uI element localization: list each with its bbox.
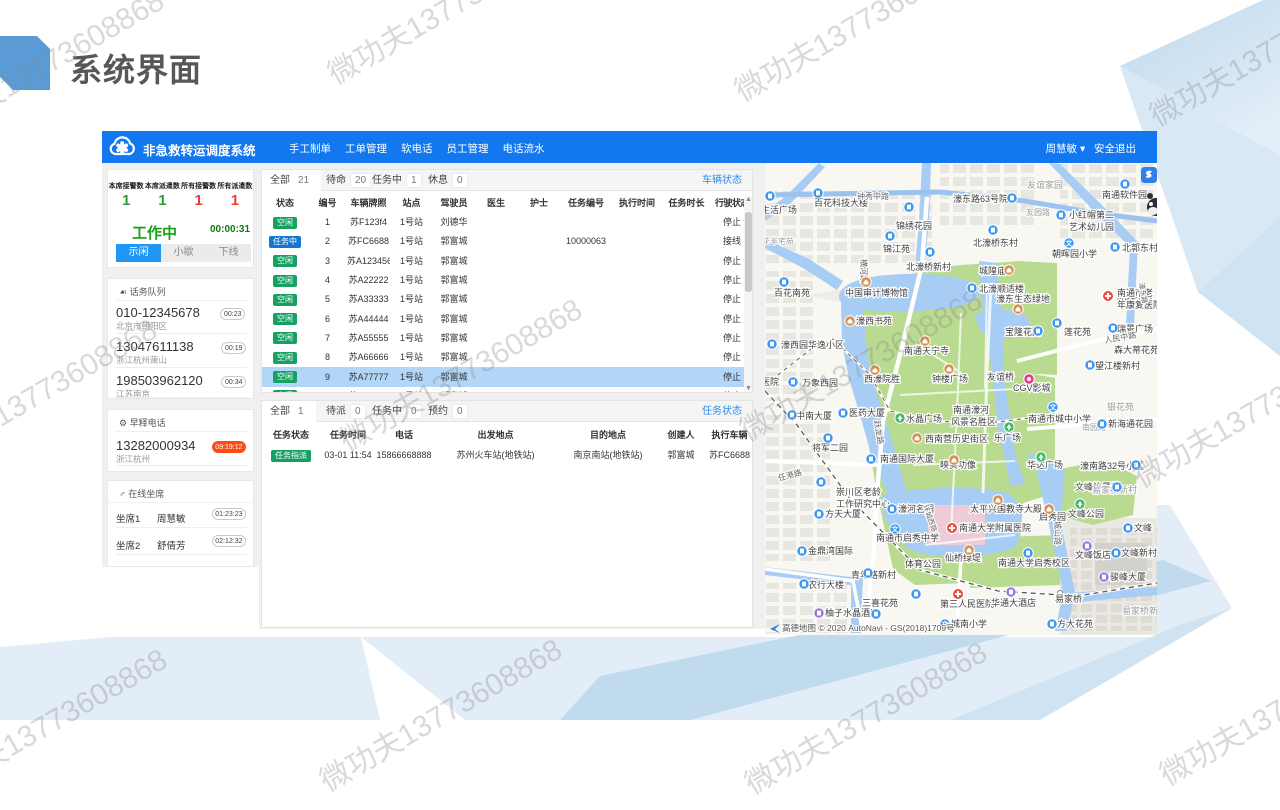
svg-text:友谊家园: 友谊家园 <box>1027 179 1063 190</box>
svg-text:花半宅苑: 花半宅苑 <box>765 236 794 246</box>
svg-text:濠东路63号院: 濠东路63号院 <box>953 193 1008 204</box>
svg-text:北濠顺适楼: 北濠顺适楼 <box>979 283 1024 294</box>
svg-text:新海通花园: 新海通花园 <box>1108 418 1153 429</box>
svg-text:青年路新村: 青年路新村 <box>851 569 896 580</box>
svg-text:第三人民医院: 第三人民医院 <box>940 598 994 609</box>
svg-text:南通市老: 南通市老 <box>1117 287 1153 298</box>
svg-text:友园路: 友园路 <box>1026 207 1050 217</box>
svg-text:风景名胜区: 风景名胜区 <box>951 416 996 427</box>
svg-text:城山路: 城山路 <box>1053 521 1063 545</box>
svg-text:南通大学启秀校区: 南通大学启秀校区 <box>998 557 1070 568</box>
svg-text:万象西园: 万象西园 <box>802 377 838 388</box>
svg-text:北濠桥东村: 北濠桥东村 <box>973 237 1018 248</box>
svg-text:莲花苑: 莲花苑 <box>1064 326 1091 337</box>
svg-text:三喜花苑: 三喜花苑 <box>862 597 898 608</box>
svg-text:文峰: 文峰 <box>1134 522 1152 533</box>
svg-text:森大蒂花苑南区: 森大蒂花苑南区 <box>1114 344 1157 355</box>
svg-text:将军二园: 将军二园 <box>812 443 848 453</box>
svg-text:乐广场: 乐广场 <box>994 432 1021 443</box>
svg-text:南通国际大厦: 南通国际大厦 <box>880 453 934 464</box>
svg-text:CGV影城: CGV影城 <box>1013 383 1051 393</box>
svg-text:文峰新村: 文峰新村 <box>1121 547 1157 558</box>
svg-text:方天大厦: 方天大厦 <box>825 508 861 519</box>
svg-text:高德地图 © 2020 AutoNavi - GS(2018: 高德地图 © 2020 AutoNavi - GS(2018)1709号 <box>782 623 955 633</box>
svg-text:城隍庙: 城隍庙 <box>979 265 1006 276</box>
svg-text:小红帽第二: 小红帽第二 <box>1069 209 1114 220</box>
svg-text:华通大酒店: 华通大酒店 <box>991 597 1036 608</box>
svg-text:水晶广场: 水晶广场 <box>906 413 942 424</box>
svg-text:友谊桥: 友谊桥 <box>987 371 1014 382</box>
svg-text:体育公园: 体育公园 <box>905 558 941 569</box>
svg-text:医药大厦: 医药大厦 <box>849 407 885 418</box>
svg-text:北郭东村北: 北郭东村北 <box>1122 242 1157 253</box>
svg-text:西濠院胜: 西濠院胜 <box>864 373 900 384</box>
svg-text:濠西园华逸小区: 濠西园华逸小区 <box>781 339 844 350</box>
svg-text:年康复医院: 年康复医院 <box>1117 299 1157 310</box>
svg-text:生活广场: 生活广场 <box>765 204 797 215</box>
svg-text:文峰公园: 文峰公园 <box>1068 508 1104 519</box>
svg-text:北濠桥新村: 北濠桥新村 <box>906 261 951 272</box>
svg-text:百花南苑: 百花南苑 <box>774 287 810 298</box>
svg-text:西南营历史街区: 西南营历史街区 <box>925 433 988 444</box>
svg-text:锦绣花园: 锦绣花园 <box>896 220 932 231</box>
svg-text:朝晖园小学: 朝晖园小学 <box>1052 248 1097 259</box>
svg-text:城南小学: 城南小学 <box>951 618 987 629</box>
svg-text:骏峰大厦: 骏峰大厦 <box>1110 571 1146 582</box>
svg-text:濠东生态绿地: 濠东生态绿地 <box>996 293 1050 304</box>
svg-text:医院: 医院 <box>765 376 779 387</box>
svg-text:仙桥绿堤: 仙桥绿堤 <box>945 552 981 563</box>
svg-text:濠西书苑: 濠西书苑 <box>856 315 892 326</box>
svg-text:锦江苑: 锦江苑 <box>883 243 910 254</box>
svg-text:钟秀中路: 钟秀中路 <box>857 191 889 201</box>
svg-text:南通天宁寺: 南通天宁寺 <box>904 345 949 356</box>
svg-text:南通大学附属医院: 南通大学附属医院 <box>959 522 1031 533</box>
svg-text:太平兴国教寺大殿: 太平兴国教寺大殿 <box>970 503 1042 514</box>
svg-text:中南大厦: 中南大厦 <box>796 410 832 421</box>
svg-text:工作研究中心: 工作研究中心 <box>836 498 890 509</box>
svg-text:南通濠河: 南通濠河 <box>953 404 989 415</box>
svg-text:望江楼新村: 望江楼新村 <box>1095 360 1140 371</box>
svg-text:钟楼广场: 钟楼广场 <box>932 373 968 384</box>
svg-text:易家桥新村: 易家桥新村 <box>1122 605 1157 616</box>
svg-text:银花苑: 银花苑 <box>1107 401 1134 412</box>
svg-text:农行大楼: 农行大楼 <box>808 579 844 590</box>
svg-text:易家桥: 易家桥 <box>1055 593 1082 604</box>
svg-text:金鼎湾国际: 金鼎湾国际 <box>808 545 853 556</box>
svg-text:中国审计博物馆: 中国审计博物馆 <box>845 287 908 298</box>
svg-text:文峰饭店: 文峰饭店 <box>1075 549 1111 560</box>
svg-text:南通软件园: 南通软件园 <box>1102 189 1147 200</box>
svg-text:南通市启秀中学: 南通市启秀中学 <box>876 532 939 543</box>
svg-text:崇川区老龄: 崇川区老龄 <box>836 486 881 497</box>
svg-text:方大花苑: 方大花苑 <box>1057 618 1093 629</box>
svg-text:艺术幼儿园: 艺术幼儿园 <box>1069 221 1114 232</box>
